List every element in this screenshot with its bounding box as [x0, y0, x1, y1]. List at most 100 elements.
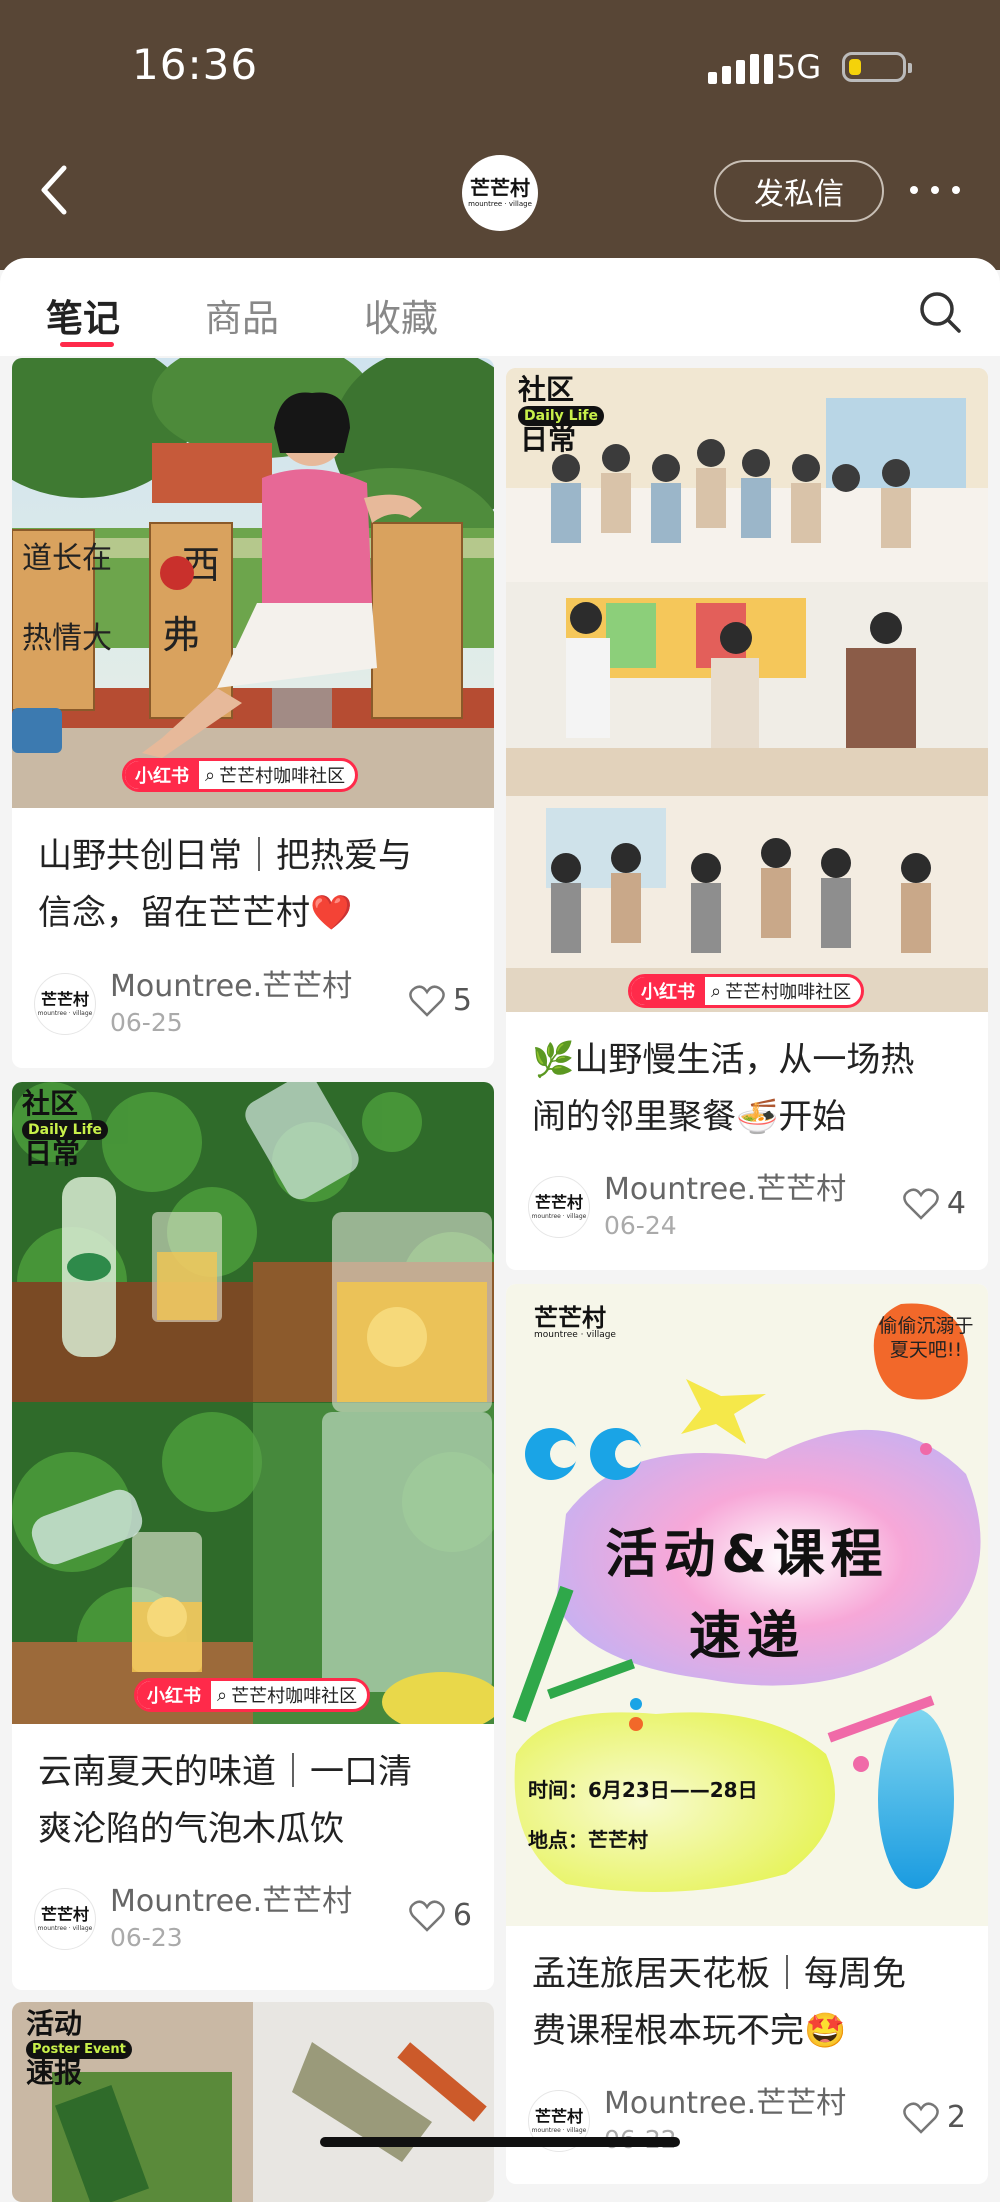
tab-bar: 笔记 商品 收藏	[0, 258, 1000, 356]
sign-text-2: 热情大	[22, 621, 112, 656]
avatar-logo-sub: mountree · village	[468, 200, 532, 208]
author-avatar-text: 芒芒村	[40, 989, 89, 1009]
battery-icon	[842, 52, 912, 82]
tab-notes[interactable]: 笔记	[46, 288, 120, 342]
poster-corner-slogan: 偷偷沉溺于夏天吧!!	[878, 1315, 974, 1361]
heart-icon	[409, 1899, 445, 1932]
note-title: 🌿山野慢生活，从一场热 闹的邻里聚餐🍜开始	[532, 1032, 966, 1146]
poster-time: 时间：6月23日——28日	[528, 1778, 758, 1802]
author-avatar-sub: mountree · village	[531, 2126, 587, 2134]
watermark-brand: 小红书	[125, 761, 199, 789]
watermark-search-icon: ⌕	[217, 1684, 228, 1706]
tab-collections[interactable]: 收藏	[364, 288, 438, 342]
sign-text-1: 道长在	[22, 541, 112, 576]
post-date: 06-25	[110, 1008, 183, 1037]
activity-logo-cn: 速报	[26, 2056, 83, 2089]
watermark-search-icon: ⌕	[711, 980, 722, 1002]
signal-icon	[708, 54, 773, 84]
note-title-line: 费课程根本玩不完🤩	[532, 2011, 847, 2051]
like-count: 2	[946, 2100, 966, 2135]
author-avatar-text: 芒芒村	[40, 1904, 89, 1924]
community-logo-top: 社区	[22, 1087, 79, 1120]
author-avatar-sub: mountree · village	[37, 1009, 93, 1017]
author-avatar[interactable]: 芒芒村 mountree · village	[528, 1176, 590, 1238]
note-card[interactable]: 社区 Daily Life 日常 小红书 ⌕ 芒芒村咖啡社区 🌿山野慢生活，从一场…	[506, 368, 988, 1270]
like-count: 6	[452, 1898, 472, 1933]
heart-icon	[903, 2101, 939, 2134]
profile-avatar[interactable]: 芒芒村 mountree · village	[462, 155, 538, 231]
more-options-icon[interactable]	[910, 170, 960, 210]
watermark-badge: 小红书 ⌕ 芒芒村咖啡社区	[134, 1678, 371, 1712]
author-name[interactable]: Mountree.芒芒村	[110, 1876, 352, 1920]
heart-icon	[409, 984, 445, 1017]
author-avatar-sub: mountree · village	[531, 1212, 587, 1220]
watermark-brand: 小红书	[137, 1681, 211, 1709]
note-cover-image: 社区 Daily Life 日常 小红书 ⌕ 芒芒村咖啡社区	[506, 368, 988, 1012]
watermark-search-text: 芒芒村咖啡社区	[231, 1686, 358, 1707]
sign-text-4: 弗	[162, 613, 200, 657]
note-title-line: 孟连旅居天花板｜每周免	[532, 1954, 906, 1994]
avatar-logo-text: 芒芒村	[470, 176, 530, 200]
note-title-line: 爽沦陷的气泡木瓜饮	[38, 1809, 344, 1849]
author-avatar-sub: mountree · village	[37, 1924, 93, 1932]
note-title-line: 信念，留在芒芒村❤️	[38, 893, 353, 933]
note-title: 山野共创日常｜把热爱与 信念，留在芒芒村❤️	[38, 828, 472, 942]
note-cover-image: 活动 Poster Event 速报	[12, 2002, 494, 2202]
note-title-line: 云南夏天的味道｜一口清	[38, 1752, 412, 1792]
heart-icon	[903, 1187, 939, 1220]
note-cover-image: 芒芒村 mountree · village 偷偷沉溺于夏天吧!! 活动&课程 …	[506, 1284, 988, 1926]
poster-headline: 活动&课程	[605, 1525, 889, 1585]
watermark-search-icon: ⌕	[205, 764, 216, 786]
note-cover-image: 社区 Daily Life 日常 小红书 ⌕ 芒芒村咖啡社区	[12, 1082, 494, 1724]
brand-logo-sub: mountree · village	[534, 1330, 616, 1340]
like-button[interactable]: 4	[903, 1186, 966, 1221]
back-arrow-icon[interactable]	[36, 160, 76, 220]
note-title: 孟连旅居天花板｜每周免 费课程根本玩不完🤩	[532, 1946, 966, 2060]
community-daily-logo: 社区 Daily Life 日常	[518, 376, 618, 466]
note-title: 云南夏天的味道｜一口清 爽沦陷的气泡木瓜饮	[38, 1744, 472, 1858]
note-card[interactable]: 芒芒村 mountree · village 偷偷沉溺于夏天吧!! 活动&课程 …	[506, 1284, 988, 2184]
note-title-line: 闹的邻里聚餐🍜开始	[532, 1097, 847, 1137]
author-name[interactable]: Mountree.芒芒村	[604, 2078, 846, 2122]
tab-products[interactable]: 商品	[205, 288, 279, 342]
like-button[interactable]: 2	[903, 2100, 966, 2135]
community-logo-top: 社区	[518, 373, 575, 406]
community-logo-cn: 日常	[24, 1137, 81, 1170]
brand-logo-text: 芒芒村	[534, 1304, 606, 1332]
network-type: 5G	[776, 48, 822, 86]
watermark-search-text: 芒芒村咖啡社区	[219, 766, 346, 787]
author-avatar[interactable]: 芒芒村 mountree · village	[34, 1888, 96, 1950]
active-tab-indicator	[60, 342, 114, 347]
top-header: 16:36 5G 芒芒村 mountree · village 发私信	[0, 0, 1000, 270]
community-logo-cn: 日常	[520, 423, 577, 456]
note-card[interactable]: 道长在 热情大 西 弗 小红书 ⌕ 芒芒村咖啡社区 山野共创日常｜把热爱与 信念，…	[12, 358, 494, 1068]
home-indicator	[320, 2137, 680, 2147]
activity-logo-top: 活动	[26, 2007, 83, 2040]
watermark-badge: 小红书 ⌕ 芒芒村咖啡社区	[122, 758, 359, 792]
note-card[interactable]: 活动 Poster Event 速报	[12, 2002, 494, 2202]
author-avatar[interactable]: 芒芒村 mountree · village	[34, 973, 96, 1035]
watermark-badge: 小红书 ⌕ 芒芒村咖啡社区	[628, 974, 865, 1008]
note-card[interactable]: 社区 Daily Life 日常 小红书 ⌕ 芒芒村咖啡社区 云南夏天的味道｜一口…	[12, 1082, 494, 1990]
poster-place: 地点：芒芒村	[528, 1828, 648, 1852]
watermark-search-text: 芒芒村咖啡社区	[725, 982, 852, 1003]
watermark-brand: 小红书	[631, 977, 705, 1005]
like-button[interactable]: 5	[409, 983, 472, 1018]
status-time: 16:36	[132, 40, 259, 89]
like-button[interactable]: 6	[409, 1898, 472, 1933]
activity-poster-logo: 活动 Poster Event 速报	[26, 2010, 136, 2100]
note-cover-image: 道长在 热情大 西 弗 小红书 ⌕ 芒芒村咖啡社区	[12, 358, 494, 808]
post-date: 06-23	[110, 1923, 183, 1952]
brand-logo: 芒芒村 mountree · village	[534, 1306, 616, 1340]
send-message-button[interactable]: 发私信	[714, 160, 884, 222]
note-title-line: 🌿山野慢生活，从一场热	[532, 1040, 915, 1080]
author-name[interactable]: Mountree.芒芒村	[604, 1164, 846, 1208]
community-daily-logo: 社区 Daily Life 日常	[22, 1090, 122, 1180]
like-count: 4	[946, 1186, 966, 1221]
author-avatar-text: 芒芒村	[534, 2106, 583, 2126]
search-icon[interactable]	[916, 288, 964, 336]
author-avatar-text: 芒芒村	[534, 1192, 583, 1212]
author-name[interactable]: Mountree.芒芒村	[110, 961, 352, 1005]
note-title-line: 山野共创日常｜把热爱与	[38, 836, 412, 876]
like-count: 5	[452, 983, 472, 1018]
